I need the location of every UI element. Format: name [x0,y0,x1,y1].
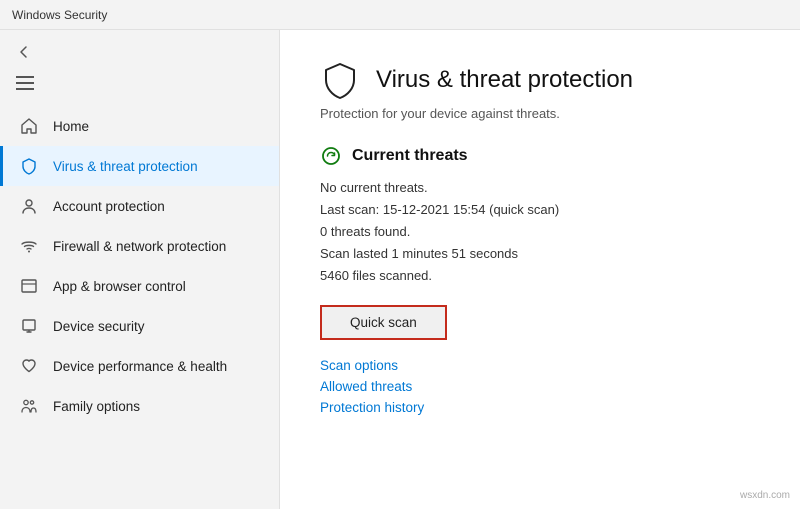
sidebar-item-account-label: Account protection [53,199,165,214]
section-title: Current threats [352,147,468,165]
sidebar-item-family-label: Family options [53,399,140,414]
protection-history-link[interactable]: Protection history [320,400,760,415]
quick-scan-button[interactable]: Quick scan [320,305,447,340]
wifi-icon [19,236,39,256]
sidebar-item-performance-label: Device performance & health [53,359,227,374]
app-body: Home Virus & threat protection [0,30,800,509]
threat-info: No current threats. Last scan: 15-12-202… [320,177,760,287]
sidebar-item-appbrowser-label: App & browser control [53,279,186,294]
links-section: Scan options Allowed threats Protection … [320,358,760,415]
sidebar-item-account[interactable]: Account protection [0,186,279,226]
sidebar: Home Virus & threat protection [0,30,280,509]
shield-nav-icon [19,156,39,176]
device-icon [19,316,39,336]
scan-duration-text: Scan lasted 1 minutes 51 seconds [320,243,760,265]
person-icon [19,196,39,216]
heart-icon [19,356,39,376]
sidebar-item-virus-label: Virus & threat protection [53,159,198,174]
section-header: Current threats [320,145,760,167]
sidebar-item-home-label: Home [53,119,89,134]
scan-options-link[interactable]: Scan options [320,358,760,373]
browser-icon [19,276,39,296]
title-bar: Windows Security [0,0,800,30]
sidebar-item-device-label: Device security [53,319,145,334]
current-threats-icon [320,145,342,167]
hamburger-icon [16,76,34,90]
hamburger-button[interactable] [0,68,279,106]
back-button[interactable] [0,36,279,68]
files-scanned-text: 5460 files scanned. [320,265,760,287]
sidebar-item-home[interactable]: Home [0,106,279,146]
sidebar-item-appbrowser[interactable]: App & browser control [0,266,279,306]
sidebar-nav: Home Virus & threat protection [0,106,279,509]
app-title: Windows Security [12,8,107,22]
sidebar-item-performance[interactable]: Device performance & health [0,346,279,386]
home-icon [19,116,39,136]
sidebar-item-firewall-label: Firewall & network protection [53,239,226,254]
sidebar-item-family[interactable]: Family options [0,386,279,426]
watermark: wsxdn.com [736,488,794,503]
family-icon [19,396,39,416]
sidebar-item-firewall[interactable]: Firewall & network protection [0,226,279,266]
page-header: Virus & threat protection [320,60,760,100]
main-content: Virus & threat protection Protection for… [280,30,800,509]
page-title: Virus & threat protection [376,66,633,94]
sidebar-item-device[interactable]: Device security [0,306,279,346]
page-subtitle: Protection for your device against threa… [320,106,760,121]
allowed-threats-link[interactable]: Allowed threats [320,379,760,394]
shield-large-icon [320,60,360,100]
sidebar-item-virus[interactable]: Virus & threat protection [0,146,279,186]
threats-found-text: 0 threats found. [320,221,760,243]
no-threats-text: No current threats. [320,177,760,199]
last-scan-text: Last scan: 15-12-2021 15:54 (quick scan) [320,199,760,221]
